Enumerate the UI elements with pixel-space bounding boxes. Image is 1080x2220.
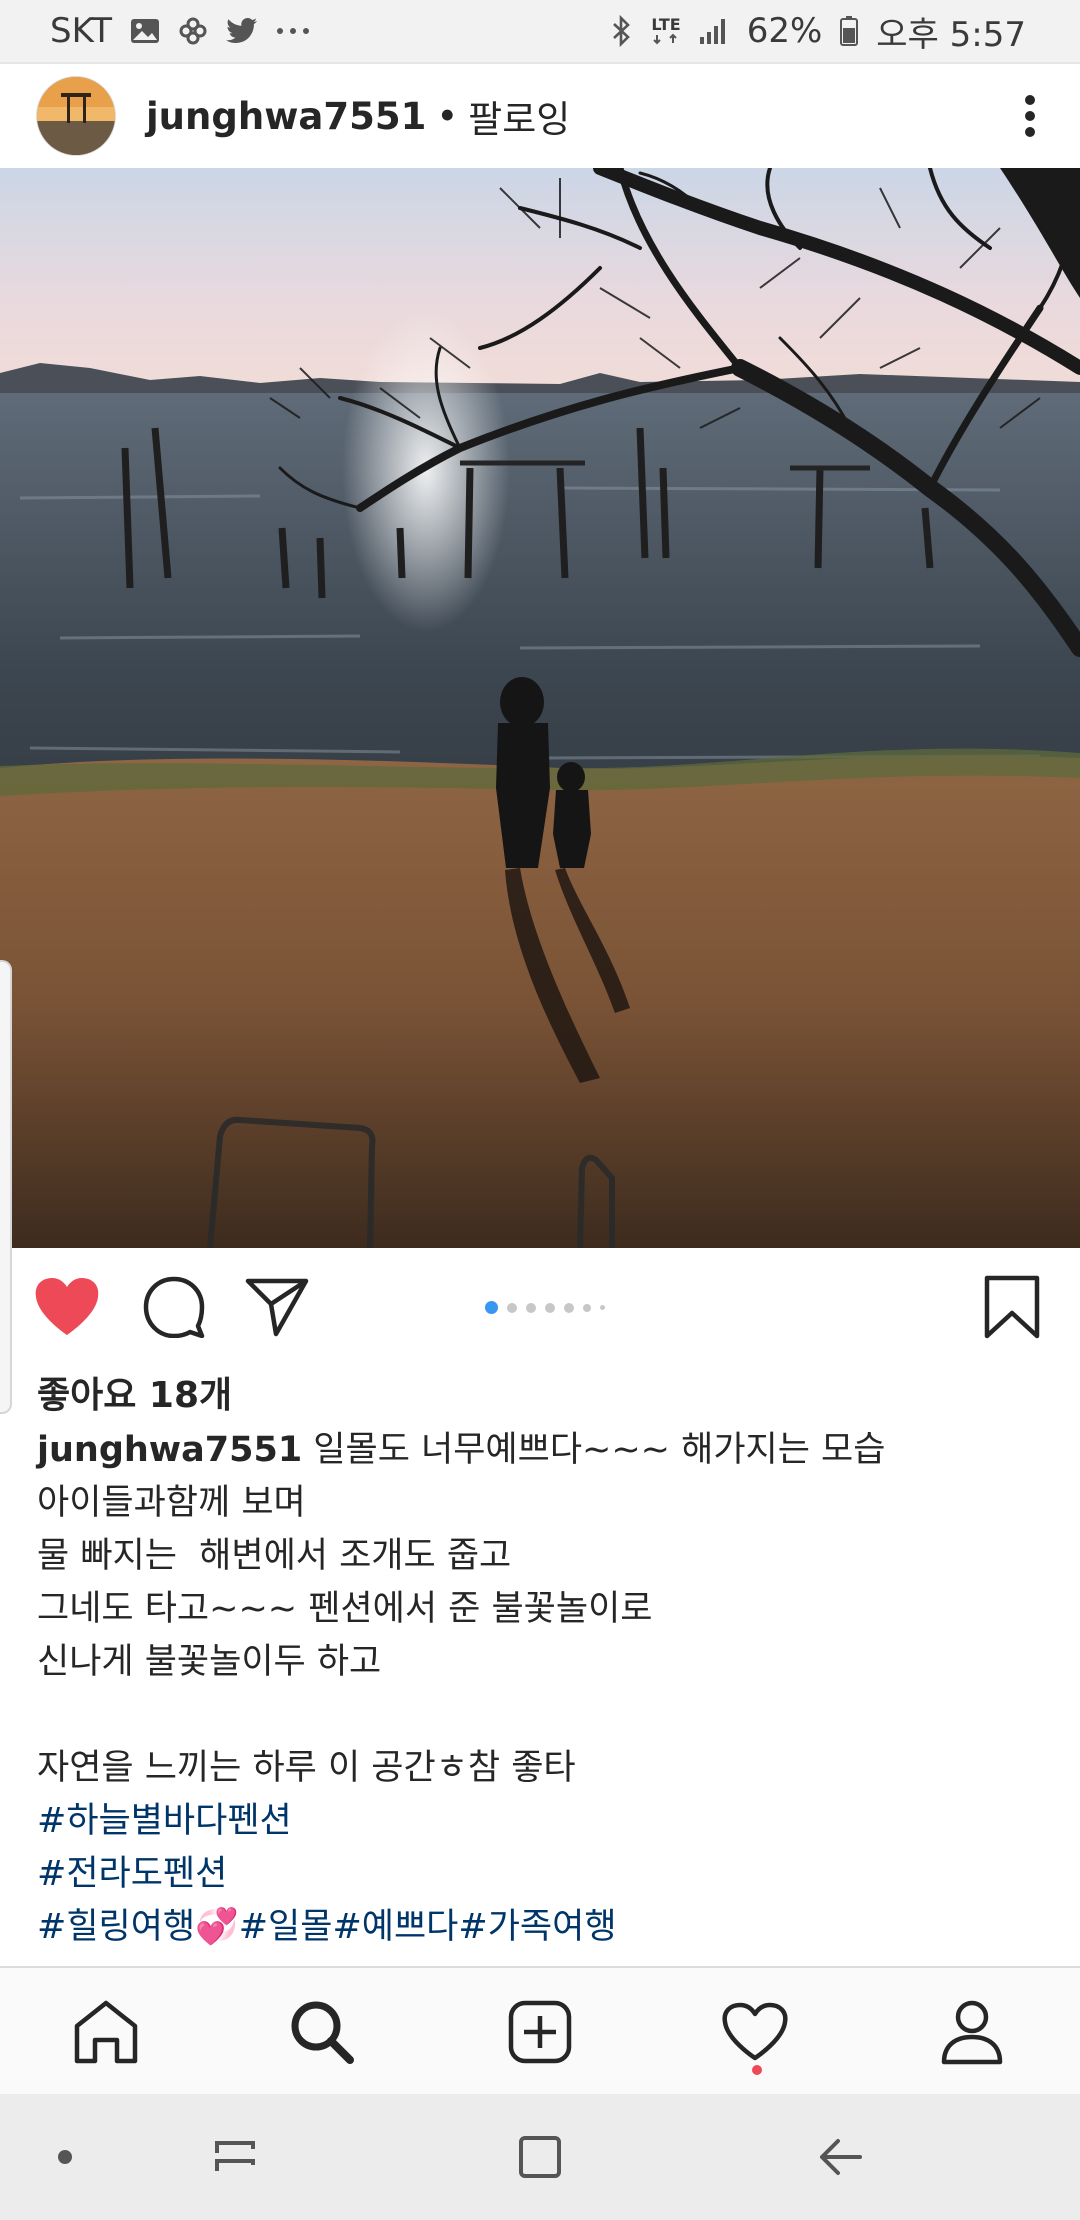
carousel-dot [507,1302,517,1313]
likes-count[interactable]: 좋아요 18개 [37,1366,232,1418]
back-button[interactable] [805,2094,875,2220]
like-button[interactable] [32,1274,102,1340]
hashtag-link[interactable]: #전라도펜션 [37,1854,227,1894]
carousel-dot [545,1302,555,1313]
hashtag-link[interactable]: #하늘별바다펜션 [37,1801,292,1841]
nav-activity[interactable] [717,1994,793,2070]
caption-line: 신나게 불꽃놀이두 하고 [37,1642,382,1682]
signal-icon [699,17,729,45]
send-icon [245,1278,309,1337]
pinwheel-icon [178,16,208,46]
heart-filled-icon [35,1278,99,1335]
comment-button[interactable] [142,1274,206,1340]
hashtag-link[interactable]: #일몰#예쁘다#가족여행 [239,1907,617,1947]
caption-line: 자연을 느끼는 하루 이 공간ㅎ참 좋타 [37,1748,576,1788]
caption-line: 아이들과함께 보며 [37,1483,306,1523]
nav-home[interactable] [68,1994,144,2070]
recent-apps-icon [215,2141,255,2171]
activity-notification-dot [752,2065,762,2075]
post-header: junghwa7551 • 팔로잉 [0,64,1080,168]
share-button[interactable] [244,1276,310,1338]
bookmark-icon [984,1275,1040,1339]
hashtag-link[interactable]: #힐링여행 [37,1907,195,1947]
caption: junghwa7551 일몰도 너무예쁘다~~~ 해가지는 모습 아이들과함께 … [37,1424,1037,1954]
bottom-nav [0,1966,1080,2094]
post-username[interactable]: junghwa7551 [146,95,426,138]
back-arrow-icon [820,2139,862,2175]
header-separator: • [436,94,459,138]
home-icon [74,2000,138,2064]
two-hearts-emoji: 💞 [195,1907,239,1947]
carousel-dot-active [485,1301,498,1314]
more-options-button[interactable] [1010,86,1050,146]
post-photo[interactable] [0,168,1080,1248]
home-button[interactable] [505,2094,575,2220]
comment-icon [143,1276,205,1338]
carousel-indicator [485,1301,605,1314]
nav-profile[interactable] [934,1994,1010,2070]
carrier-label: SKT [50,11,113,51]
carousel-dot [526,1302,536,1313]
battery-icon [840,16,859,46]
home-square-icon [519,2136,561,2178]
carousel-dot [583,1303,591,1312]
caption-line: 물 빠지는 해변에서 조개도 줍고 [37,1536,512,1576]
profile-icon [941,2000,1003,2065]
nav-add-post[interactable] [502,1994,578,2070]
nav-search[interactable] [284,1994,360,2070]
avatar[interactable] [36,76,116,156]
more-dots-icon [276,26,310,36]
more-options-icon [1025,95,1035,137]
carousel-dot [564,1302,574,1313]
edge-panel-handle[interactable] [0,960,12,1414]
network-label: LTE [651,15,681,34]
twitter-icon [226,17,258,45]
caption-blank-line: ​ [37,1689,1037,1742]
system-nav-bar [0,2094,1080,2220]
caption-line: 그네도 타고~~~ 펜션에서 준 불꽃놀이로 [37,1589,653,1629]
clock: 오후 5:57 [876,14,1026,55]
caption-username[interactable]: junghwa7551 [37,1430,302,1470]
lte-icon: LTE [651,15,681,45]
save-button[interactable] [982,1274,1042,1340]
status-bar: SKT LTE 62% 오후 5:57 [0,0,1080,64]
following-button[interactable]: 팔로잉 [468,89,570,143]
recent-apps-button[interactable] [200,2094,270,2220]
add-post-icon [508,2000,572,2064]
battery-percent: 62% [746,11,823,51]
bluetooth-icon [611,15,633,47]
activity-heart-icon [722,2002,788,2061]
carousel-dot [600,1305,605,1310]
gallery-icon [130,18,160,44]
search-icon [291,2001,354,2064]
dot-button[interactable] [40,2094,90,2220]
caption-text: 일몰도 너무예쁘다~~~ 해가지는 모습 [302,1430,886,1470]
dot-icon [58,2150,72,2164]
